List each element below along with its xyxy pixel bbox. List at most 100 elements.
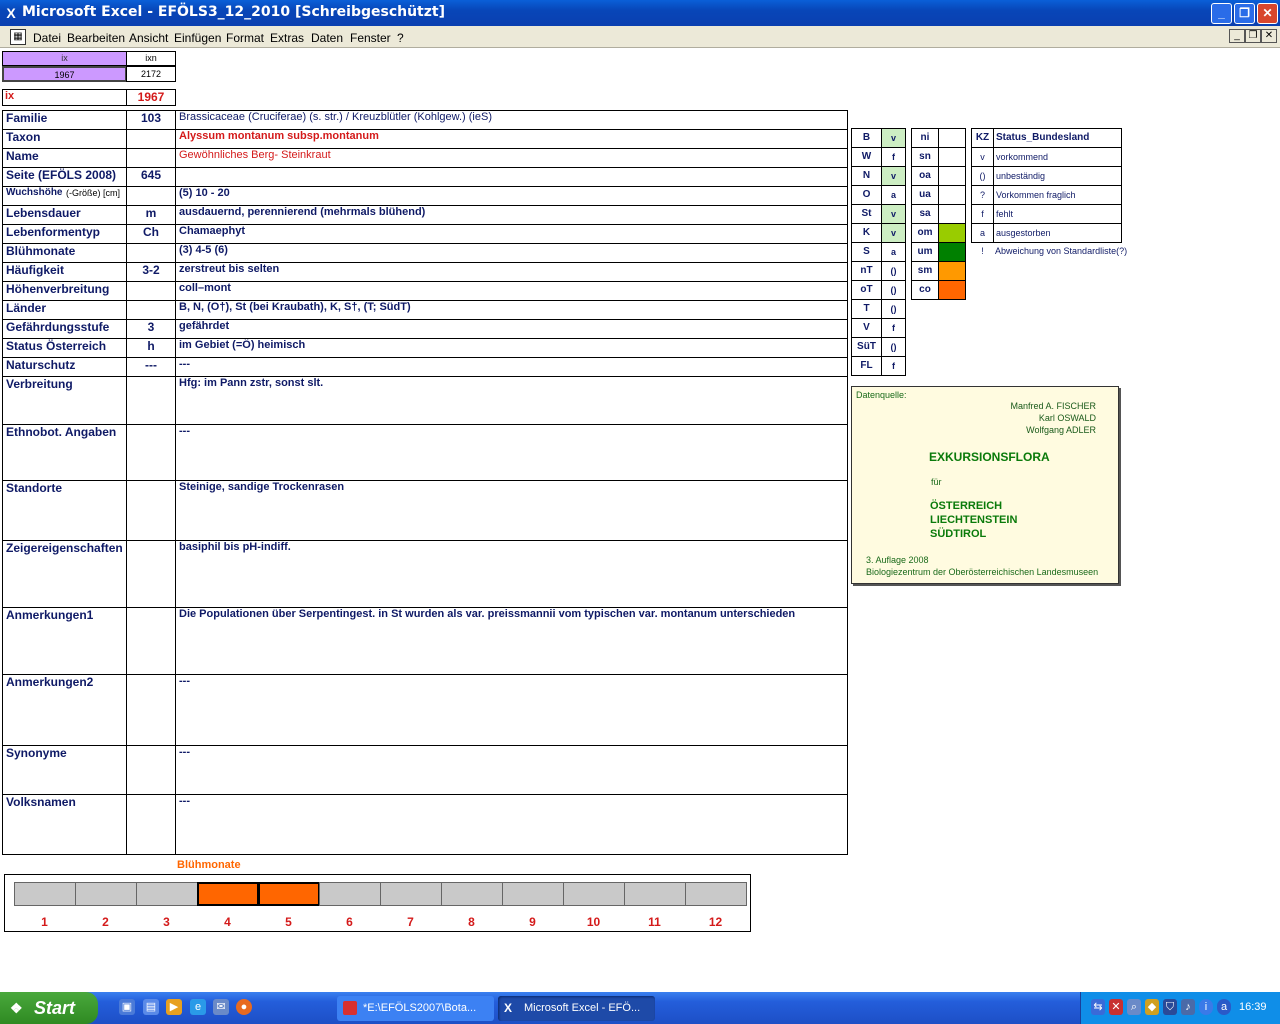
ixn-value-cell[interactable]: 2172 (126, 66, 176, 82)
state-status-7[interactable]: () (881, 261, 906, 281)
field-value-laender[interactable]: B, N, (O†), St (bei Kraubath), K, S†, (T… (175, 300, 848, 320)
ix-value-cell[interactable]: 1967 (2, 66, 127, 82)
taskbar-item-file[interactable]: *E:\EFÖLS2007\Bota... (337, 996, 494, 1021)
state-status-9[interactable]: () (881, 299, 906, 319)
zone-color-4[interactable] (938, 204, 966, 224)
field-value-zeigereigenschaften[interactable]: basiphil bis pH-indiff. (175, 540, 848, 608)
minimize-button[interactable]: _ (1211, 3, 1232, 24)
menu-einfuegen[interactable]: Einfügen (174, 31, 221, 45)
media-player-icon[interactable]: ▶ (166, 999, 182, 1015)
field-code-laender[interactable] (126, 300, 176, 320)
field-value-lebensdauer[interactable]: ausdauernd, perennierend (mehrmals blühe… (175, 205, 848, 225)
field-code-standorte[interactable] (126, 480, 176, 541)
workbook-icon[interactable]: ▦ (10, 29, 26, 45)
field-code-gefaehrdung[interactable]: 3 (126, 319, 176, 339)
state-status-3[interactable]: a (881, 185, 906, 205)
ix-big-value[interactable]: 1967 (126, 89, 176, 106)
state-status-6[interactable]: a (881, 242, 906, 262)
zone-color-8[interactable] (938, 280, 966, 300)
firefox-icon[interactable]: ● (236, 999, 252, 1015)
field-code-status-oesterreich[interactable]: h (126, 338, 176, 358)
field-code-wuchshoehe[interactable] (126, 186, 176, 206)
menu-daten[interactable]: Daten (311, 31, 343, 45)
state-status-10[interactable]: f (881, 318, 906, 338)
zone-color-7[interactable] (938, 261, 966, 281)
zone-color-6[interactable] (938, 242, 966, 262)
field-value-status-oesterreich[interactable]: im Gebiet (=Ö) heimisch (175, 338, 848, 358)
menu-ansicht[interactable]: Ansicht (129, 31, 168, 45)
start-button[interactable]: ❖ Start (0, 992, 98, 1024)
field-code-name[interactable] (126, 148, 176, 168)
field-code-haeufigkeit[interactable]: 3-2 (126, 262, 176, 282)
info-icon[interactable]: i (1199, 999, 1213, 1015)
close-button[interactable]: ✕ (1257, 3, 1278, 24)
outlook-icon[interactable]: ✉ (213, 999, 229, 1015)
zone-color-5[interactable] (938, 223, 966, 243)
menu-datei[interactable]: Datei (33, 31, 61, 45)
volume-icon[interactable]: ♪ (1181, 999, 1195, 1015)
field-value-taxon[interactable]: Alyssum montanum subsp.montanum (175, 129, 848, 149)
menu-help[interactable]: ? (397, 31, 404, 45)
field-value-standorte[interactable]: Steinige, sandige Trockenrasen (175, 480, 848, 541)
state-status-4[interactable]: v (881, 204, 906, 224)
field-value-anmerkungen2[interactable]: --- (175, 674, 848, 746)
search-icon[interactable]: ⌕ (1127, 999, 1141, 1015)
field-code-familie[interactable]: 103 (126, 110, 176, 130)
maximize-button[interactable]: ❐ (1234, 3, 1255, 24)
field-value-synonyme[interactable]: --- (175, 745, 848, 795)
state-status-12[interactable]: f (881, 356, 906, 376)
field-value-seite[interactable] (175, 167, 848, 187)
explorer-icon[interactable]: ▤ (143, 999, 159, 1015)
field-code-synonyme[interactable] (126, 745, 176, 795)
field-value-familie[interactable]: Brassicaceae (Cruciferae) (s. str.) / Kr… (175, 110, 848, 130)
field-value-ethnobot[interactable]: --- (175, 424, 848, 481)
field-value-hoehenverbreitung[interactable]: coll–mont (175, 281, 848, 301)
field-value-naturschutz[interactable]: --- (175, 357, 848, 377)
zone-color-3[interactable] (938, 185, 966, 205)
field-code-taxon[interactable] (126, 129, 176, 149)
field-code-hoehenverbreitung[interactable] (126, 281, 176, 301)
field-value-wuchshoehe[interactable]: (5) 10 - 20 (175, 186, 848, 206)
doc-close-button[interactable]: ✕ (1261, 29, 1277, 43)
shield-icon[interactable]: ⛉ (1163, 999, 1177, 1015)
state-status-8[interactable]: () (881, 280, 906, 300)
tray-app-icon[interactable]: ◆ (1145, 999, 1159, 1015)
field-value-gefaehrdung[interactable]: gefährdet (175, 319, 848, 339)
field-code-bluehmonate[interactable] (126, 243, 176, 263)
clock[interactable]: 16:39 (1239, 1001, 1267, 1013)
field-value-haeufigkeit[interactable]: zerstreut bis selten (175, 262, 848, 282)
field-code-naturschutz[interactable]: --- (126, 357, 176, 377)
ie-icon[interactable]: e (190, 999, 206, 1015)
field-code-verbreitung[interactable] (126, 376, 176, 425)
security-alert-icon[interactable]: ✕ (1109, 999, 1123, 1015)
field-code-seite[interactable]: 645 (126, 167, 176, 187)
menu-format[interactable]: Format (226, 31, 264, 45)
zone-color-2[interactable] (938, 166, 966, 186)
state-status-1[interactable]: f (881, 147, 906, 167)
field-value-volksnamen[interactable]: --- (175, 794, 848, 855)
state-status-0[interactable]: v (881, 128, 906, 148)
state-status-5[interactable]: v (881, 223, 906, 243)
zone-color-1[interactable] (938, 147, 966, 167)
excel-app-icon[interactable]: X (4, 6, 18, 20)
field-code-ethnobot[interactable] (126, 424, 176, 481)
field-code-lebensdauer[interactable]: m (126, 205, 176, 225)
field-code-anmerkungen1[interactable] (126, 607, 176, 675)
field-code-zeigereigenschaften[interactable] (126, 540, 176, 608)
state-status-2[interactable]: v (881, 166, 906, 186)
field-value-verbreitung[interactable]: Hfg: im Pann zstr, sonst slt. (175, 376, 848, 425)
state-status-11[interactable]: () (881, 337, 906, 357)
field-value-lebensformtyp[interactable]: Chamaephyt (175, 224, 848, 244)
doc-minimize-button[interactable]: _ (1229, 29, 1245, 43)
field-value-name[interactable]: Gewöhnliches Berg- Steinkraut (175, 148, 848, 168)
menu-extras[interactable]: Extras (270, 31, 304, 45)
field-code-volksnamen[interactable] (126, 794, 176, 855)
worksheet[interactable]: ix ixn 1967 2172 ix 1967 Familie 103 Brass… (0, 49, 1280, 992)
menu-bearbeiten[interactable]: Bearbeiten (67, 31, 125, 45)
zone-color-0[interactable] (938, 128, 966, 148)
field-value-bluehmonate[interactable]: (3) 4-5 (6) (175, 243, 848, 263)
field-code-anmerkungen2[interactable] (126, 674, 176, 746)
doc-restore-button[interactable]: ❐ (1245, 29, 1261, 43)
desktop-icon[interactable]: ▣ (119, 999, 135, 1015)
field-code-lebensformtyp[interactable]: Ch (126, 224, 176, 244)
